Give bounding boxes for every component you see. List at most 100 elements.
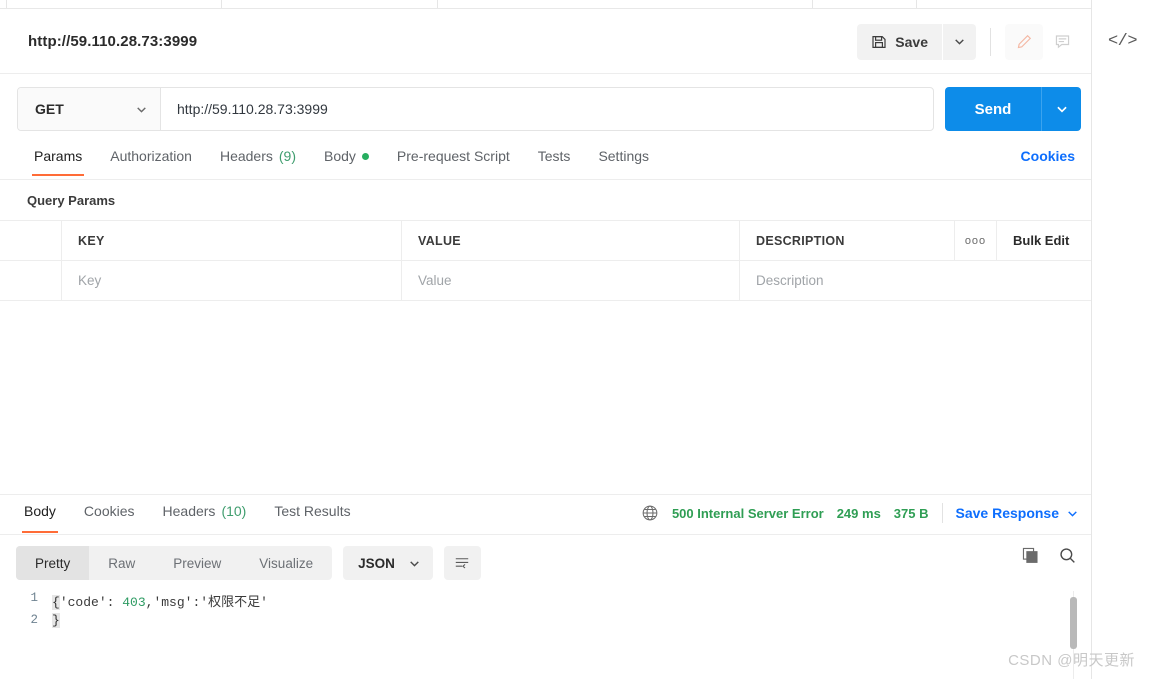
comment-icon [1054, 33, 1071, 50]
save-button[interactable]: Save [857, 23, 942, 60]
json-token-brace: { [52, 595, 60, 610]
window-tab-2[interactable] [437, 0, 813, 8]
header-divider [990, 27, 991, 56]
code-content: {'code': 403,'msg':'权限不足' [52, 591, 268, 610]
response-size: 375 B [893, 505, 929, 521]
url-input[interactable]: http://59.110.28.73:3999 [161, 101, 933, 117]
chevron-down-icon [1066, 507, 1079, 520]
view-mode-raw[interactable]: Raw [89, 546, 154, 580]
tab-params-label: Params [34, 148, 83, 164]
query-params-label: Query Params [27, 193, 116, 208]
tab-strip [0, 0, 1152, 9]
send-button[interactable]: Send [945, 87, 1041, 131]
response-format-label: JSON [358, 555, 395, 571]
bulk-edit-button[interactable]: Bulk Edit [997, 221, 1091, 260]
param-key-input[interactable]: Key [78, 273, 101, 288]
save-button-label: Save [895, 33, 928, 50]
response-tab-body[interactable]: Body [10, 495, 70, 533]
json-token-key-msg: 'msg' [153, 595, 193, 610]
request-header: http://59.110.28.73:3999 Save [0, 9, 1091, 74]
save-response-button[interactable]: Save Response [956, 505, 1080, 521]
response-tab-test-results[interactable]: Test Results [260, 495, 364, 533]
code-line: 2 } [0, 613, 1091, 635]
floppy-disk-icon [871, 34, 887, 50]
tab-body-label: Body [324, 148, 356, 164]
scrollbar-thumb[interactable] [1070, 597, 1077, 649]
response-tab-test-results-label: Test Results [274, 503, 351, 519]
http-method-select[interactable]: GET [18, 88, 161, 130]
chevron-down-icon [953, 35, 966, 48]
row-checkbox[interactable] [0, 261, 62, 300]
chevron-down-icon [135, 103, 148, 116]
response-tab-headers[interactable]: Headers (10) [149, 495, 261, 533]
right-sidebar: </> [1091, 0, 1152, 679]
body-modified-dot-icon [361, 152, 369, 160]
word-wrap-icon [453, 555, 471, 571]
column-header-value: VALUE [418, 233, 461, 248]
word-wrap-button[interactable] [443, 546, 481, 580]
response-format-select[interactable]: JSON [343, 546, 433, 580]
params-empty-area [0, 301, 1091, 494]
response-meta: 500 Internal Server Error 249 ms 375 B S… [641, 503, 1079, 523]
view-mode-pretty[interactable]: Pretty [16, 546, 90, 580]
tab-tests[interactable]: Tests [524, 144, 585, 176]
postman-window: </> http://59.110.28.73:3999 Save GET ht… [0, 0, 1152, 679]
status-badge: 500 Internal Server Error [671, 505, 824, 521]
tab-body[interactable]: Body [310, 144, 383, 176]
tab-headers-count: (9) [278, 148, 296, 164]
line-number: 1 [30, 591, 38, 605]
tab-authorization-label: Authorization [110, 148, 192, 164]
tab-pre-request-script-label: Pre-request Script [396, 148, 510, 164]
response-tab-cookies[interactable]: Cookies [70, 495, 149, 533]
json-token-brace-close: } [52, 613, 60, 628]
response-body-viewer[interactable]: 1 {'code': 403,'msg':'权限不足' 2 } [0, 591, 1091, 679]
response-tab-body-label: Body [24, 503, 56, 519]
chevron-down-icon [408, 557, 421, 570]
pencil-icon [1016, 33, 1033, 50]
response-tabs: Body Cookies Headers (10) Test Results 5… [0, 495, 1091, 535]
code-content: } [52, 613, 60, 628]
param-value-input[interactable]: Value [418, 273, 452, 288]
tab-pre-request-script[interactable]: Pre-request Script [383, 144, 524, 176]
tab-params[interactable]: Params [20, 144, 96, 176]
more-options-icon[interactable]: ooo [955, 221, 997, 260]
column-header-key: KEY [78, 233, 105, 248]
request-pane: http://59.110.28.73:3999 Save GET http:/… [0, 9, 1091, 679]
column-header-description: DESCRIPTION [756, 233, 845, 248]
tab-authorization[interactable]: Authorization [96, 144, 206, 176]
response-body-tools [1021, 546, 1077, 565]
tab-headers[interactable]: Headers (9) [206, 144, 310, 176]
url-bar: GET http://59.110.28.73:3999 Send [0, 74, 1091, 144]
chevron-down-icon [1055, 102, 1069, 116]
param-description-input[interactable]: Description [756, 273, 824, 288]
comment-button[interactable] [1043, 23, 1081, 60]
save-response-label: Save Response [955, 505, 1060, 521]
view-mode-group: Pretty Raw Preview Visualize [16, 546, 333, 580]
view-mode-visualize[interactable]: Visualize [240, 546, 332, 580]
edit-request-button[interactable] [1005, 23, 1043, 60]
request-tabs: Params Authorization Headers (9) Body Pr… [0, 144, 1091, 180]
response-tab-headers-label: Headers [162, 503, 216, 519]
select-all-cell[interactable] [0, 221, 62, 260]
line-number: 2 [30, 613, 38, 627]
search-icon[interactable] [1058, 546, 1077, 565]
header-actions: Save [857, 9, 1081, 74]
tab-settings[interactable]: Settings [584, 144, 663, 176]
code-brackets-icon[interactable]: </> [1092, 20, 1152, 62]
meta-divider [941, 503, 943, 523]
send-options-button[interactable] [1041, 87, 1081, 131]
view-mode-preview[interactable]: Preview [154, 546, 240, 580]
http-method-label: GET [35, 101, 64, 117]
json-token-colon: : [106, 595, 123, 610]
table-header-row: KEY VALUE DESCRIPTION ooo Bulk Edit [0, 221, 1091, 261]
cookies-link[interactable]: Cookies [1021, 148, 1075, 164]
window-tab-3[interactable] [813, 0, 917, 8]
window-tab-1[interactable] [6, 0, 222, 8]
json-token-value-msg: '权限不足' [200, 595, 268, 610]
copy-icon[interactable] [1021, 546, 1040, 565]
save-options-button[interactable] [943, 23, 976, 60]
table-row: Key Value Description [0, 261, 1091, 301]
send-group: Send [945, 87, 1081, 131]
tab-headers-label: Headers [219, 148, 273, 164]
url-box: GET http://59.110.28.73:3999 [17, 87, 934, 131]
